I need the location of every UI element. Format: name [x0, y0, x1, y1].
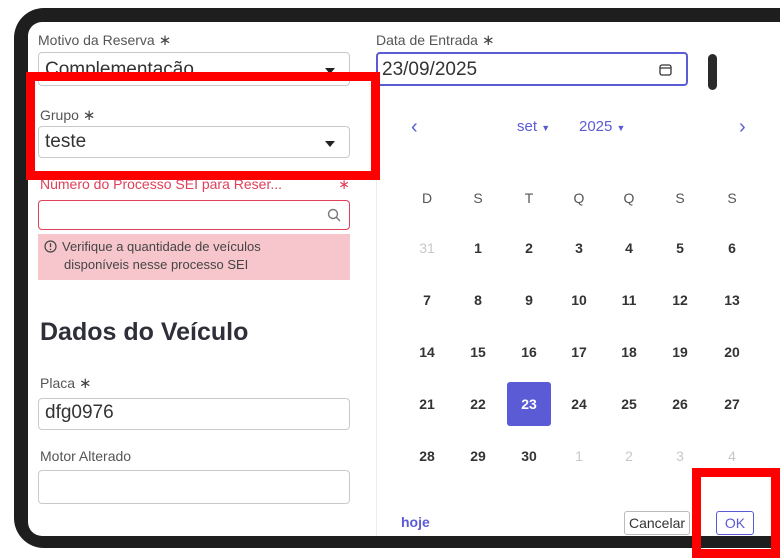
calendar-day[interactable]: 15: [456, 330, 500, 374]
required-asterisk: ∗: [158, 32, 172, 49]
weekday-label: S: [473, 190, 483, 206]
weekday-label: Q: [573, 190, 585, 206]
calendar-day[interactable]: 28: [405, 434, 449, 478]
highlight-box-grupo: [26, 72, 380, 180]
calendar-day[interactable]: 18: [607, 330, 651, 374]
cancel-button[interactable]: Cancelar: [624, 511, 690, 535]
year-label: 2025: [579, 118, 613, 135]
next-month-button[interactable]: ›: [739, 116, 746, 139]
motor-label: Motor Alterado: [40, 448, 132, 464]
calendar-day[interactable]: 9: [507, 278, 551, 322]
weekday-label: T: [524, 190, 534, 206]
section-title: Dados do Veículo: [40, 318, 249, 346]
warning-text: Verifique a quantidade de veículos dispo…: [62, 238, 261, 274]
motivo-label-text: Motivo da Reserva: [38, 32, 155, 48]
calendar-day[interactable]: 31: [405, 226, 449, 270]
motor-input[interactable]: [38, 470, 350, 504]
scrollbar-thumb[interactable]: [708, 54, 717, 90]
calendar-day[interactable]: 14: [405, 330, 449, 374]
calendar-day[interactable]: 7: [405, 278, 449, 322]
calendar-day[interactable]: 17: [557, 330, 601, 374]
calendar-day[interactable]: 25: [607, 382, 651, 426]
weekday-label: S: [727, 190, 737, 206]
chevron-down-icon: ▼: [616, 123, 626, 133]
calendar-day[interactable]: 12: [658, 278, 702, 322]
date-value: 23/09/2025: [382, 59, 478, 80]
calendar-day[interactable]: 1: [456, 226, 500, 270]
datepicker-popup: ‹ set ▼ 2025 ▼ › DSTQQSS 31 1 2 3 4 5 6 7 8 9 10 11…: [376, 86, 746, 536]
calendar-day[interactable]: 24: [557, 382, 601, 426]
motivo-label: Motivo da Reserva ∗: [38, 31, 171, 49]
calendar-day[interactable]: 6: [710, 226, 754, 270]
year-select[interactable]: 2025 ▼: [579, 118, 625, 135]
warning-line-2: disponíveis nesse processo SEI: [64, 257, 249, 272]
calendar-day[interactable]: 8: [456, 278, 500, 322]
month-label: set: [517, 118, 538, 135]
calendar-day[interactable]: 23: [507, 382, 551, 426]
placa-label: Placa ∗: [40, 374, 92, 392]
processo-search-input[interactable]: [38, 200, 350, 230]
calendar-day[interactable]: 5: [658, 226, 702, 270]
calendar-day[interactable]: 26: [658, 382, 702, 426]
today-button[interactable]: hoje: [401, 514, 430, 530]
info-circle-icon: [44, 240, 57, 253]
warning-line-1: Verifique a quantidade de veículos: [62, 239, 261, 254]
data-entrada-label-text: Data de Entrada: [376, 32, 478, 48]
calendar-day[interactable]: 16: [507, 330, 551, 374]
date-input[interactable]: 23/09/2025: [376, 52, 688, 86]
search-icon: [327, 208, 341, 222]
calendar-day[interactable]: 20: [710, 330, 754, 374]
placa-label-text: Placa: [40, 375, 76, 391]
weekday-label: S: [675, 190, 685, 206]
chevron-down-icon: ▼: [541, 123, 551, 133]
calendar-day[interactable]: 2: [607, 434, 651, 478]
required-asterisk: ∗: [481, 32, 495, 49]
month-select[interactable]: set ▼: [517, 118, 550, 135]
calendar-day[interactable]: 10: [557, 278, 601, 322]
calendar-day[interactable]: 29: [456, 434, 500, 478]
calendar-day[interactable]: 2: [507, 226, 551, 270]
calendar-day[interactable]: 19: [658, 330, 702, 374]
calendar-day[interactable]: 27: [710, 382, 754, 426]
calendar-day[interactable]: 21: [405, 382, 449, 426]
weekday-label: Q: [623, 190, 635, 206]
calendar-day[interactable]: 3: [557, 226, 601, 270]
calendar-day[interactable]: 22: [456, 382, 500, 426]
previous-month-button[interactable]: ‹: [411, 116, 418, 139]
weekday-label: D: [421, 190, 433, 206]
calendar-day[interactable]: 13: [710, 278, 754, 322]
calendar-day[interactable]: 1: [557, 434, 601, 478]
calendar-day[interactable]: 11: [607, 278, 651, 322]
placa-value: dfg0976: [45, 402, 114, 423]
calendar-day[interactable]: 30: [507, 434, 551, 478]
highlight-box-ok: [692, 468, 780, 558]
calendar-day[interactable]: 4: [607, 226, 651, 270]
calendar-icon[interactable]: [659, 63, 672, 76]
placa-input[interactable]: dfg0976: [38, 398, 350, 430]
required-asterisk: ∗: [79, 375, 92, 392]
data-entrada-label: Data de Entrada ∗: [376, 31, 495, 49]
warning-box: Verifique a quantidade de veículos dispo…: [38, 234, 350, 280]
